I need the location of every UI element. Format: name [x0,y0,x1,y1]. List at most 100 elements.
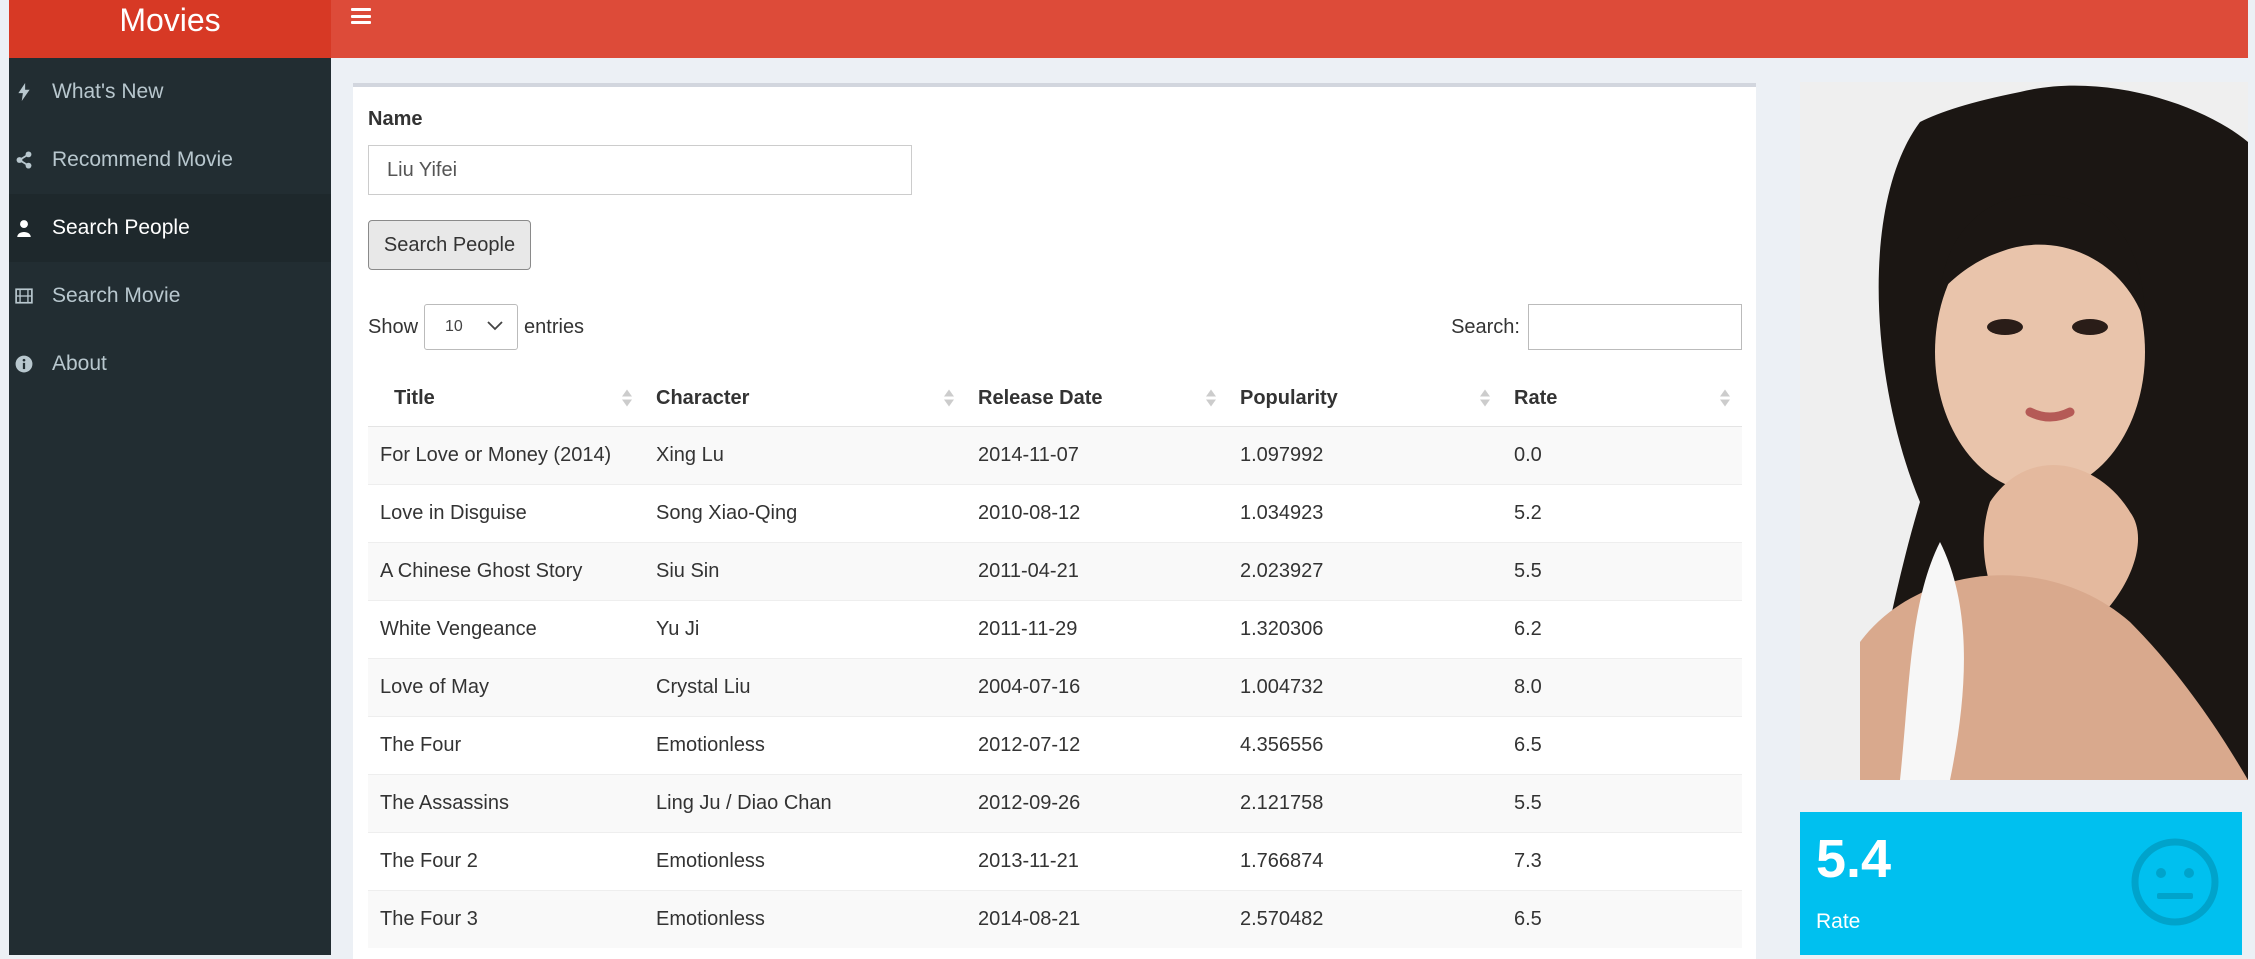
table-row[interactable]: A Chinese Ghost Story Siu Sin 2011-04-21 2.… [368,542,1742,601]
sidebar-item-label: About [52,352,107,375]
film-icon [13,285,35,307]
table-row[interactable]: White Vengeance Yu Ji 2011-11-29 1.320306 6.… [368,600,1742,659]
table-cell: 6.5 [1502,716,1742,775]
table-cell: Emotionless [644,716,966,775]
table-row[interactable]: The Four 2 Emotionless 2013-11-21 1.766874 7… [368,832,1742,891]
table-cell: 2014-08-21 [966,890,1228,948]
table-cell: 2.023927 [1228,542,1502,601]
sort-icon [1720,389,1730,407]
table-cell: 7.3 [1502,832,1742,891]
table-row[interactable]: The Four Emotionless 2012-07-12 4.356556 6.5 [368,716,1742,775]
column-header-release-date[interactable]: Release Date [966,370,1228,427]
column-header-title[interactable]: Title [368,370,644,427]
page-edge-right [2248,0,2255,955]
table-cell: 2010-08-12 [966,484,1228,543]
table-cell: Love in Disguise [368,484,644,543]
person-photo [1800,82,2248,780]
table-cell: 2011-11-29 [966,600,1228,659]
table-row[interactable]: Love of May Crystal Liu 2004-07-16 1.004732… [368,658,1742,717]
neutral-face-icon [2131,838,2219,926]
column-header-popularity[interactable]: Popularity [1228,370,1502,427]
share-icon [13,149,35,171]
table-cell: 5.2 [1502,484,1742,543]
table-row[interactable]: The Assassins Ling Ju / Diao Chan 2012-09-… [368,774,1742,833]
rate-label: Rate [1816,910,1861,933]
table-cell: 1.034923 [1228,484,1502,543]
entries-length-control: Show 10 entries [368,304,584,350]
table-cell: 2004-07-16 [966,658,1228,717]
table-cell: Xing Lu [644,426,966,485]
page-edge [0,0,9,955]
table-cell: For Love or Money (2014) [368,426,644,485]
menu-toggle-icon[interactable] [351,8,371,24]
table-cell: 4.356556 [1228,716,1502,775]
table-cell: 2012-07-12 [966,716,1228,775]
table-search-label: Search: [1451,315,1520,338]
entries-label: entries [524,315,585,338]
table-cell: 8.0 [1502,658,1742,717]
sidebar-item-label: Search Movie [52,284,181,307]
table-header-row: Title Character Release Date Popularity … [368,370,1742,427]
sort-icon [1480,389,1490,407]
table-cell: 1.004732 [1228,658,1502,717]
table-row[interactable]: The Four 3 Emotionless 2014-08-21 2.570482 6… [368,890,1742,948]
sidebar-item-whats-new[interactable]: What's New [9,58,331,126]
table-cell: A Chinese Ghost Story [368,542,644,601]
table-cell: 5.5 [1502,774,1742,833]
search-people-button[interactable]: Search People [368,220,531,270]
sidebar: What's New Recommend Movie Search People… [9,58,331,955]
table-cell: 2011-04-21 [966,542,1228,601]
column-header-label: Title [394,386,435,409]
table-cell: 2.121758 [1228,774,1502,833]
table-cell: Yu Ji [644,600,966,659]
table-cell: 2.570482 [1228,890,1502,948]
chevron-down-icon [487,318,503,336]
table-cell: 6.2 [1502,600,1742,659]
portrait-image [1800,82,2248,780]
rate-info-box: 5.4 Rate [1800,812,2242,955]
table-cell: The Assassins [368,774,644,833]
sidebar-item-label: Search People [52,216,190,239]
sidebar-item-label: What's New [52,80,164,103]
table-search-control: Search: [1451,304,1742,350]
table-cell: 5.5 [1502,542,1742,601]
column-header-label: Release Date [978,386,1103,409]
table-row[interactable]: For Love or Money (2014) Xing Lu 2014-11-0… [368,426,1742,485]
column-header-label: Character [656,386,750,409]
entries-value: 10 [445,318,463,335]
sidebar-item-about[interactable]: About [9,330,331,398]
movies-table: Title Character Release Date Popularity … [368,370,1742,948]
name-input[interactable] [368,145,912,195]
table-cell: Crystal Liu [644,658,966,717]
table-row[interactable]: Love in Disguise Song Xiao-Qing 2010-08-12… [368,484,1742,543]
table-cell: The Four 2 [368,832,644,891]
table-cell: 2012-09-26 [966,774,1228,833]
column-header-rate[interactable]: Rate [1502,370,1742,427]
table-cell: 2014-11-07 [966,426,1228,485]
table-cell: Love of May [368,658,644,717]
name-label: Name [368,108,423,130]
table-cell: Siu Sin [644,542,966,601]
table-cell: Ling Ju / Diao Chan [644,774,966,833]
table-cell: 0.0 [1502,426,1742,485]
table-cell: 1.766874 [1228,832,1502,891]
column-header-label: Rate [1514,386,1558,409]
sidebar-item-recommend-movie[interactable]: Recommend Movie [9,126,331,194]
column-header-character[interactable]: Character [644,370,966,427]
table-cell: White Vengeance [368,600,644,659]
table-cell: 2013-11-21 [966,832,1228,891]
table-cell: Emotionless [644,832,966,891]
sidebar-item-search-movie[interactable]: Search Movie [9,262,331,330]
entries-select[interactable]: 10 [424,304,519,350]
sidebar-item-search-people[interactable]: Search People [9,194,331,262]
table-cell: Emotionless [644,890,966,948]
sort-icon [944,389,954,407]
table-cell: The Four [368,716,644,775]
rate-value: 5.4 [1816,829,1892,889]
app-brand[interactable]: Movies [9,0,331,58]
table-cell: 6.5 [1502,890,1742,948]
table-cell: The Four 3 [368,890,644,948]
search-people-panel: Name Search People Show 10 entries Searc… [353,83,1756,959]
brand-title: Movies [119,2,221,38]
table-search-input[interactable] [1528,304,1742,350]
